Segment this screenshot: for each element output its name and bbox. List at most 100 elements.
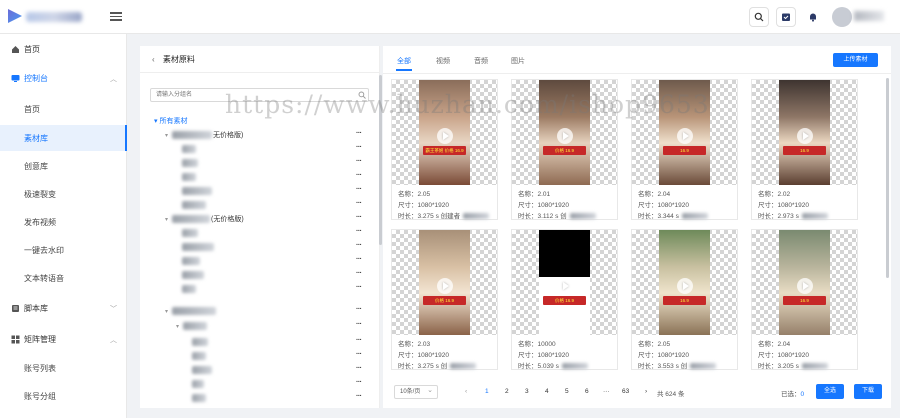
- tree-leaf[interactable]: [182, 143, 196, 155]
- user-avatar[interactable]: [832, 7, 852, 27]
- tree-leaf[interactable]: [192, 392, 206, 404]
- tab-video[interactable]: 视频: [436, 56, 450, 66]
- tree-leaf[interactable]: [182, 241, 214, 253]
- tab-all[interactable]: 全部: [396, 56, 412, 71]
- play-icon[interactable]: [556, 278, 573, 294]
- tree-leaf[interactable]: [192, 350, 206, 362]
- play-icon[interactable]: [676, 278, 693, 294]
- sidebar-item-creative-library[interactable]: 创意库: [0, 153, 127, 179]
- material-card[interactable]: 霸王茶姬 价格 16.9 名称：2.05 尺寸：1080*1920 时长：3.275 …: [391, 79, 498, 220]
- sidebar-group-matrix[interactable]: 矩阵管理 ︿: [0, 326, 127, 352]
- video-thumbnail[interactable]: 16.9: [752, 230, 857, 335]
- sidebar-item-remove-watermark[interactable]: 一键去水印: [0, 237, 127, 263]
- sidebar-item-account-list[interactable]: 账号列表: [0, 355, 127, 381]
- tree-leaf[interactable]: [182, 157, 198, 169]
- more-actions-icon[interactable]: ···: [356, 256, 362, 263]
- video-thumbnail[interactable]: 16.9: [632, 80, 737, 185]
- download-button[interactable]: 下载: [854, 384, 882, 399]
- more-actions-icon[interactable]: ···: [356, 306, 362, 313]
- sidebar-item-console-home[interactable]: 首页: [0, 96, 127, 122]
- more-actions-icon[interactable]: ···: [356, 379, 362, 386]
- more-actions-icon[interactable]: ···: [356, 321, 362, 328]
- upload-material-button[interactable]: 上传素材: [833, 53, 878, 67]
- page-1[interactable]: 1: [485, 388, 489, 395]
- material-card[interactable]: 16.9 名称：2.02 尺寸：1080*1920 时长：2.973 s: [751, 79, 858, 220]
- material-card[interactable]: 16.9 名称：2.04 尺寸：1080*1920 时长：3.344 s: [631, 79, 738, 220]
- video-thumbnail[interactable]: 16.9: [752, 80, 857, 185]
- tab-image[interactable]: 图片: [511, 56, 525, 66]
- material-card[interactable]: 16.9 名称：2.04 尺寸：1080*1920 时长：3.205 s: [751, 229, 858, 370]
- more-actions-icon[interactable]: ···: [356, 158, 362, 165]
- material-card[interactable]: 价格 16.9 名称：2.01 尺寸：1080*1920 时长：3.112 s 创: [511, 79, 618, 220]
- more-actions-icon[interactable]: ···: [356, 284, 362, 291]
- grid-scrollbar[interactable]: [886, 78, 889, 278]
- tree-node[interactable]: ▾ 无价格版): [165, 129, 243, 141]
- more-actions-icon[interactable]: ···: [356, 172, 362, 179]
- play-icon[interactable]: [796, 278, 813, 294]
- play-icon[interactable]: [796, 128, 813, 144]
- more-actions-icon[interactable]: ···: [356, 242, 362, 249]
- page-size-select[interactable]: 10条/页: [394, 385, 438, 399]
- play-icon[interactable]: [436, 278, 453, 294]
- tab-audio[interactable]: 音频: [474, 56, 488, 66]
- page-ellipsis[interactable]: ···: [603, 388, 610, 395]
- sidebar-item-home[interactable]: 首页: [0, 36, 127, 62]
- tree-leaf[interactable]: [192, 336, 208, 348]
- tree-leaf[interactable]: [192, 378, 204, 390]
- video-thumbnail[interactable]: 价格 16.9: [512, 80, 617, 185]
- more-actions-icon[interactable]: ···: [356, 337, 362, 344]
- prev-page-button[interactable]: ‹: [465, 388, 467, 395]
- tree-leaf[interactable]: [182, 199, 206, 211]
- select-all-button[interactable]: 全选: [816, 384, 844, 399]
- menu-toggle-icon[interactable]: [110, 10, 122, 22]
- tree-node[interactable]: ▾: [176, 320, 208, 332]
- more-actions-icon[interactable]: ···: [356, 393, 362, 400]
- sidebar-item-material-library[interactable]: 素材库: [0, 125, 127, 151]
- sidebar-group-scripts[interactable]: 脚本库 ﹀: [0, 295, 127, 321]
- page-6[interactable]: 6: [585, 388, 589, 395]
- tree-leaf[interactable]: [192, 364, 212, 376]
- video-thumbnail[interactable]: 价格 16.9: [392, 230, 497, 335]
- tree-leaf[interactable]: [182, 283, 196, 295]
- more-actions-icon[interactable]: ···: [356, 214, 362, 221]
- more-actions-icon[interactable]: ···: [356, 200, 362, 207]
- tree-leaf[interactable]: [182, 171, 196, 183]
- tree-scrollbar[interactable]: [379, 75, 382, 245]
- play-icon[interactable]: [676, 128, 693, 144]
- page-2[interactable]: 2: [505, 388, 509, 395]
- more-actions-icon[interactable]: ···: [356, 270, 362, 277]
- page-5[interactable]: 5: [565, 388, 569, 395]
- tree-node[interactable]: ▾: [165, 305, 217, 317]
- search-button[interactable]: [749, 7, 769, 27]
- user-name-blurred[interactable]: [854, 11, 884, 21]
- more-actions-icon[interactable]: ···: [356, 351, 362, 358]
- more-actions-icon[interactable]: ···: [356, 228, 362, 235]
- more-actions-icon[interactable]: ···: [356, 365, 362, 372]
- video-thumbnail[interactable]: 霸王茶姬 价格 16.9: [392, 80, 497, 185]
- tree-leaf[interactable]: [182, 255, 200, 267]
- page-last[interactable]: 63: [622, 388, 629, 395]
- page-3[interactable]: 3: [525, 388, 529, 395]
- sidebar-item-publish-video[interactable]: 发布视频: [0, 209, 127, 235]
- more-actions-icon[interactable]: ···: [356, 144, 362, 151]
- tree-node[interactable]: ▾ (无价格版): [165, 213, 244, 225]
- tree-root-all-materials[interactable]: ▾ 所有素材: [154, 116, 187, 126]
- calendar-button[interactable]: [776, 7, 796, 27]
- play-icon[interactable]: [436, 128, 453, 144]
- sidebar-item-text-to-speech[interactable]: 文本转语音: [0, 265, 127, 291]
- back-chevron-icon[interactable]: ‹: [152, 55, 155, 64]
- sidebar-item-account-groups[interactable]: 账号分组: [0, 383, 127, 409]
- group-search-input[interactable]: [150, 88, 369, 102]
- material-card[interactable]: 16.9 名称：2.05 尺寸：1080*1920 时长：3.553 s 创: [631, 229, 738, 370]
- sidebar-group-console[interactable]: 控制台 ︿: [0, 65, 127, 91]
- video-thumbnail[interactable]: 16.9: [632, 230, 737, 335]
- sidebar-item-fast-fission[interactable]: 极速裂变: [0, 181, 127, 207]
- tree-leaf[interactable]: [182, 269, 204, 281]
- material-card[interactable]: 价格 16.9 名称：10000 尺寸：1080*1920 时长：5.039 s: [511, 229, 618, 370]
- play-icon[interactable]: [556, 128, 573, 144]
- notification-button[interactable]: [803, 7, 823, 27]
- tree-leaf[interactable]: [182, 185, 212, 197]
- video-thumbnail[interactable]: 价格 16.9: [512, 230, 617, 335]
- material-card[interactable]: 价格 16.9 名称：2.03 尺寸：1080*1920 时长：3.275 s 创: [391, 229, 498, 370]
- tree-leaf[interactable]: [182, 227, 198, 239]
